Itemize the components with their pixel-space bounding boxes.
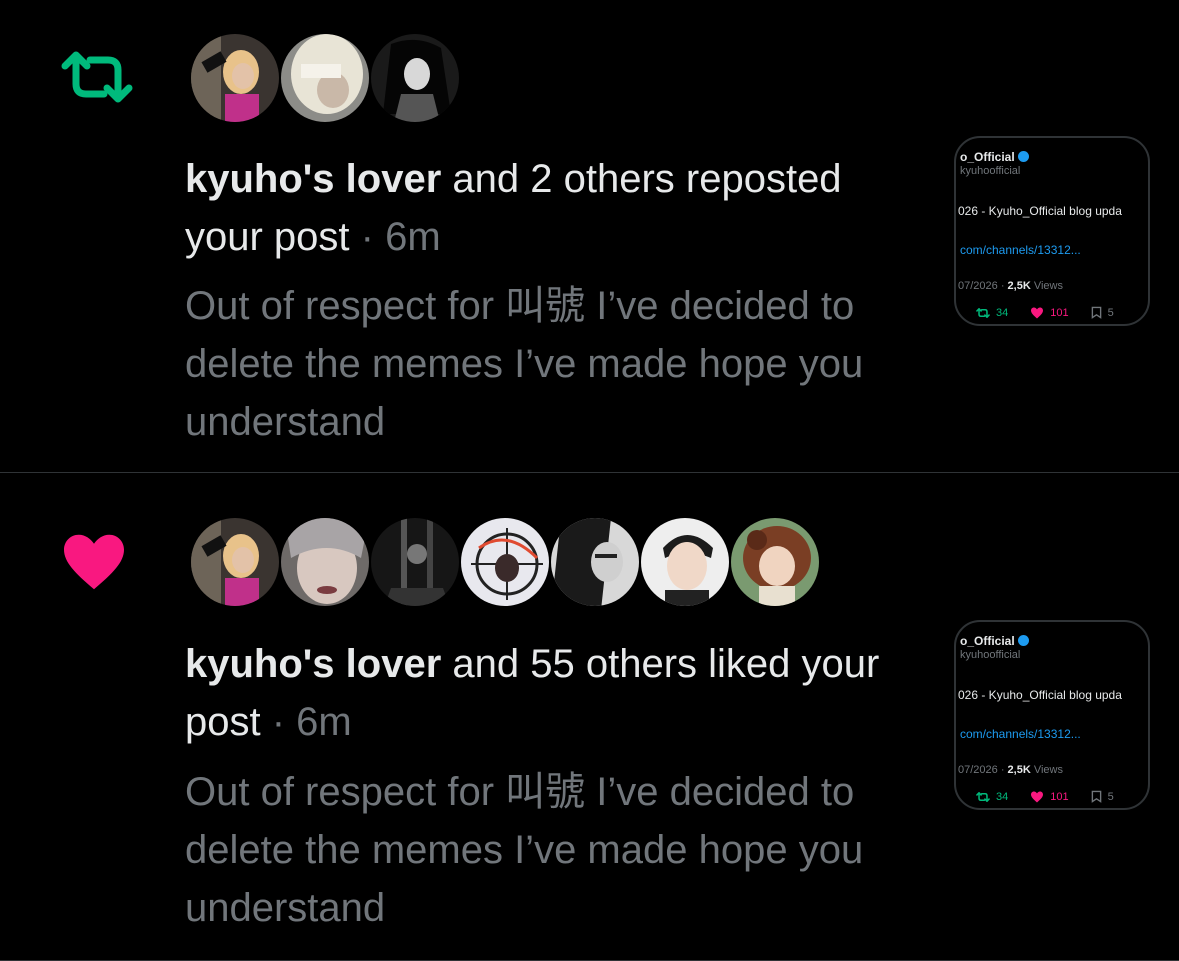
verified-icon [1017, 635, 1029, 646]
heart-icon [60, 532, 128, 597]
post-snippet[interactable]: Out of respect for 叫號 I’ve decided to de… [185, 763, 945, 937]
heart-icon [1031, 791, 1044, 802]
notification-headline: kyuho's lover and 55 others liked your p… [185, 635, 925, 751]
preview-text: 026 - Kyuho_Official blog upda [958, 204, 1122, 218]
preview-bookmark: 5 [1091, 306, 1114, 319]
separator-dot: · [260, 700, 297, 744]
timestamp: 6m [385, 215, 441, 259]
notification-headline: kyuho's lover and 2 others reposted your… [185, 150, 925, 266]
bookmark-icon [1091, 790, 1101, 803]
notification-repost[interactable]: kyuho's lover and 2 others reposted your… [0, 0, 1179, 473]
user-name[interactable]: kyuho's lover [185, 642, 441, 686]
heart-icon [1031, 307, 1044, 318]
preview-handle: kyuhoofficial [960, 165, 1021, 177]
timestamp: 6m [296, 700, 352, 744]
preview-repost-count: 34 [976, 791, 1008, 803]
post-preview-thumbnail[interactable]: o_Official kyuhoofficial 026 - Kyuho_Off… [954, 620, 1150, 810]
preview-repost-count: 34 [976, 307, 1008, 319]
avatar[interactable] [279, 516, 371, 608]
preview-actions: 34 101 5 [976, 790, 1136, 803]
avatar[interactable] [189, 516, 281, 608]
preview-link: com/channels/13312... [960, 243, 1081, 257]
preview-like-count: 101 [1030, 791, 1069, 803]
preview-handle: kyuhoofficial [960, 649, 1021, 661]
preview-author: o_Official [960, 150, 1029, 164]
preview-bookmark: 5 [1091, 790, 1114, 803]
post-preview-thumbnail[interactable]: o_Official kyuhoofficial 026 - Kyuho_Off… [954, 136, 1150, 326]
post-snippet[interactable]: Out of respect for 叫號 I’ve decided to de… [185, 277, 945, 451]
avatar[interactable] [639, 516, 731, 608]
avatar[interactable] [189, 32, 281, 124]
separator-dot: · [349, 215, 386, 259]
bookmark-icon [1091, 306, 1101, 319]
preview-actions: 34 101 5 [976, 306, 1136, 319]
avatar[interactable] [459, 516, 551, 608]
repost-icon [976, 307, 990, 318]
avatar-stack [189, 516, 821, 608]
avatar[interactable] [279, 32, 371, 124]
notification-like[interactable]: kyuho's lover and 55 others liked your p… [0, 473, 1179, 961]
repost-icon [976, 791, 990, 802]
avatar[interactable] [729, 516, 821, 608]
avatar[interactable] [369, 32, 461, 124]
avatar-stack [189, 32, 461, 124]
repost-icon [60, 50, 134, 109]
preview-text: 026 - Kyuho_Official blog upda [958, 688, 1122, 702]
avatar[interactable] [369, 516, 461, 608]
preview-author: o_Official [960, 634, 1029, 648]
preview-meta: 07/2026 · 2,5K Views [958, 280, 1063, 292]
verified-icon [1017, 151, 1029, 162]
preview-link: com/channels/13312... [960, 727, 1081, 741]
avatar[interactable] [549, 516, 641, 608]
user-name[interactable]: kyuho's lover [185, 157, 441, 201]
preview-meta: 07/2026 · 2,5K Views [958, 764, 1063, 776]
preview-like-count: 101 [1030, 307, 1069, 319]
